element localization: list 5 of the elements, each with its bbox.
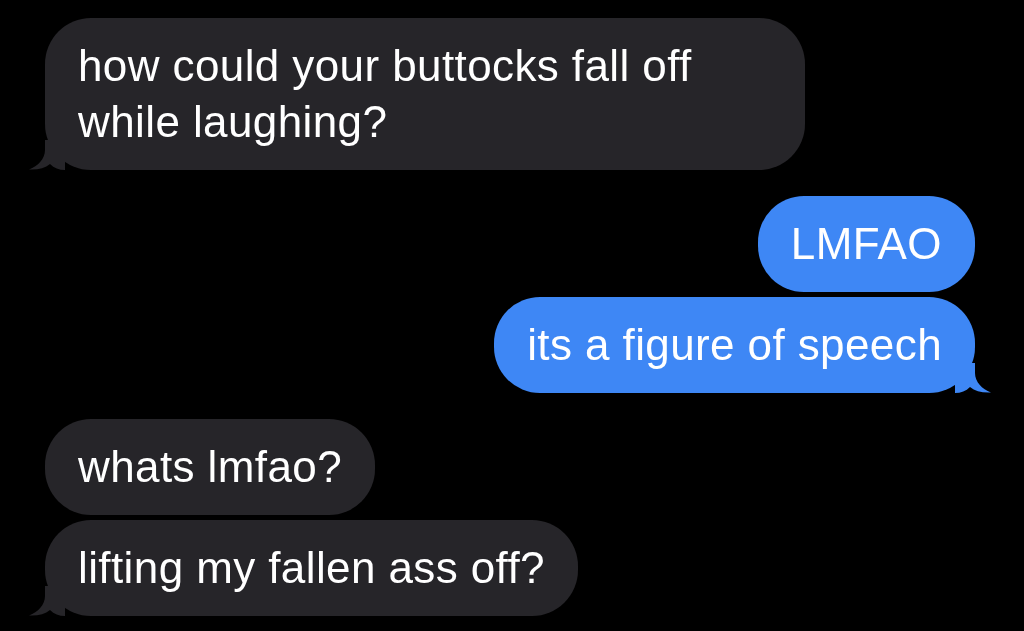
message-bubble: how could your buttocks fall off while laughing? — [45, 18, 805, 170]
message-bubble: LMFAO — [757, 196, 975, 292]
message-bubble: whats lmfao? — [45, 419, 376, 515]
message-bubble: lifting my fallen ass off? — [45, 520, 578, 616]
message-bubble: its a figure of speech — [494, 297, 975, 393]
